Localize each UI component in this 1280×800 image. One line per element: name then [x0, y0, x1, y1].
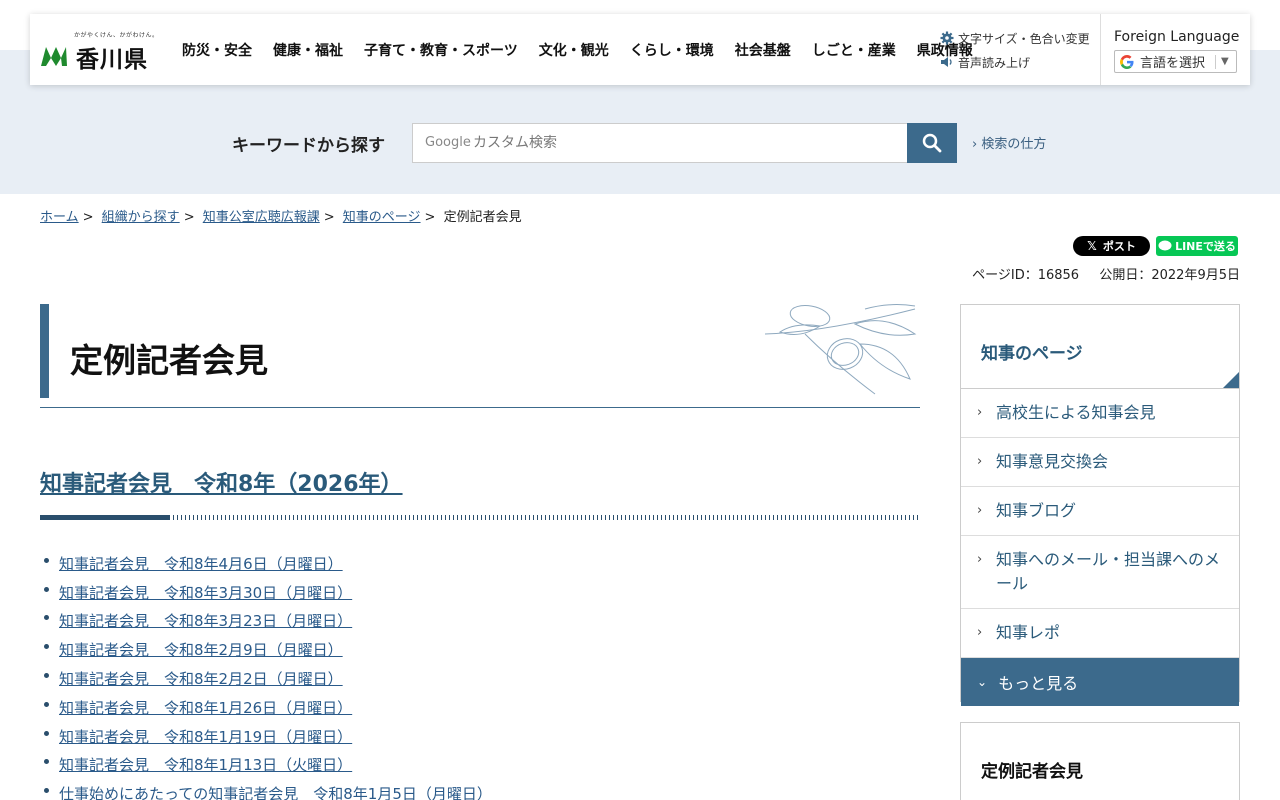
nav-bousai[interactable]: 防災・安全 [182, 40, 252, 60]
line-logo-icon [1158, 240, 1172, 251]
sidebar-item-report[interactable]: › 知事レポ [961, 609, 1239, 658]
kagawa-emblem-icon [41, 47, 67, 66]
chevron-right-icon: › [977, 552, 983, 567]
read-aloud-link[interactable]: 音声読み上げ [940, 52, 1090, 72]
gear-icon [940, 31, 954, 45]
sidebar-press-box: 定例記者会見 [960, 722, 1240, 800]
press-conference-link[interactable]: 知事記者会見 令和8年3月30日（月曜日） [59, 582, 352, 603]
keyword-search-label: キーワードから探す [232, 136, 385, 156]
chevron-down-icon: ⌄ [977, 675, 988, 689]
chevron-right-icon: › [977, 405, 983, 420]
list-item: 知事記者会見 令和8年4月6日（月曜日） [44, 549, 492, 578]
nav-kosodate[interactable]: 子育て・教育・スポーツ [364, 40, 518, 60]
sidebar-item-label: 知事意見交換会 [996, 452, 1109, 471]
breadcrumb-current: 定例記者会見 [443, 210, 522, 225]
list-item: 仕事始めにあたっての知事記者会見 令和8年1月5日（月曜日） [44, 779, 492, 800]
breadcrumb-organization[interactable]: 組織から探す [102, 210, 180, 225]
language-select[interactable]: 言語を選択 ▼ [1114, 50, 1237, 73]
sidebar-item-student-press[interactable]: › 高校生による知事会見 [961, 389, 1239, 438]
breadcrumb-governor-page[interactable]: 知事のページ [343, 210, 421, 225]
language-select-label: 言語を選択 [1140, 56, 1206, 71]
list-item: 知事記者会見 令和8年1月19日（月曜日） [44, 722, 492, 751]
nav-bunka[interactable]: 文化・観光 [539, 40, 609, 60]
chevron-right-icon: › [977, 625, 983, 640]
font-color-link[interactable]: 文字サイズ・色合い変更 [940, 28, 1090, 48]
press-conference-link[interactable]: 知事記者会見 令和8年1月26日（月曜日） [59, 697, 352, 718]
press-conference-link[interactable]: 知事記者会見 令和8年2月9日（月曜日） [59, 639, 343, 660]
press-conference-link[interactable]: 知事記者会見 令和8年3月23日（月曜日） [59, 610, 352, 631]
sidebar-more-button[interactable]: ⌄ もっと見る [961, 658, 1239, 706]
chevron-right-icon: › [977, 503, 983, 518]
search-how-to-label: 検索の仕方 [981, 137, 1047, 152]
press-conference-link[interactable]: 知事記者会見 令和8年2月2日（月曜日） [59, 668, 343, 689]
sidebar-title[interactable]: 知事のページ [981, 339, 1083, 364]
list-item: 知事記者会見 令和8年1月26日（月曜日） [44, 693, 492, 722]
section-divider [40, 515, 918, 520]
breadcrumb-home[interactable]: ホーム [40, 210, 79, 225]
sidebar-item-label: 知事へのメール・担当課へのメール [996, 550, 1221, 593]
press-conference-link[interactable]: 知事記者会見 令和8年1月13日（火曜日） [59, 754, 352, 775]
breadcrumb-department[interactable]: 知事公室広聴広報課 [203, 210, 320, 225]
sidebar-more-label: もっと見る [998, 674, 1079, 693]
language-box: Foreign Language 言語を選択 ▼ [1100, 14, 1250, 85]
page-id: ページID：16856 [972, 268, 1080, 283]
sidebar-item-label: 高校生による知事会見 [996, 403, 1156, 422]
google-g-icon [1120, 54, 1134, 69]
sidebar-item-blog[interactable]: › 知事ブログ [961, 487, 1239, 536]
sidebar-header: 知事のページ [961, 305, 1239, 389]
logo-name: 香川県 [76, 47, 148, 73]
x-post-label: ポスト [1102, 240, 1136, 253]
published-date: 公開日：2022年9月5日 [1099, 268, 1240, 283]
sidebar-item-mail[interactable]: › 知事へのメール・担当課へのメール [961, 536, 1239, 609]
accessibility-tools: 文字サイズ・色合い変更 音声読み上げ [940, 28, 1090, 76]
read-aloud-label: 音声読み上げ [958, 55, 1031, 70]
foreign-language-label: Foreign Language [1114, 29, 1240, 45]
search-icon [922, 133, 942, 153]
sidebar-item-label: 知事ブログ [996, 501, 1077, 520]
page-title-box: 定例記者会見 [40, 304, 920, 408]
search-input[interactable] [412, 123, 908, 163]
list-item: 知事記者会見 令和8年2月2日（月曜日） [44, 664, 492, 693]
sidebar-item-label: 知事レポ [996, 623, 1061, 642]
corner-triangle-icon [1223, 372, 1239, 388]
site-logo[interactable]: かがやくけん、かがわけん。 香川県 [40, 30, 158, 74]
nav-shigoto[interactable]: しごと・産業 [812, 40, 896, 60]
list-item: 知事記者会見 令和8年2月9日（月曜日） [44, 635, 492, 664]
title-accent-bar [40, 304, 49, 398]
olive-branch-decoration [765, 304, 917, 395]
line-share-button[interactable]: LINEで送る [1156, 236, 1238, 256]
x-post-button[interactable]: 𝕏 ポスト [1073, 236, 1150, 256]
list-item: 知事記者会見 令和8年1月13日（火曜日） [44, 751, 492, 780]
chevron-right-icon: › [972, 137, 978, 152]
logo-tagline: かがやくけん、かがわけん。 [74, 32, 159, 39]
chevron-right-icon: › [977, 454, 983, 469]
nav-kenkou[interactable]: 健康・福祉 [273, 40, 343, 60]
sidebar-governor-menu: 知事のページ › 高校生による知事会見 › 知事意見交換会 › 知事ブログ › … [960, 304, 1240, 706]
section-heading-2026[interactable]: 知事記者会見 令和8年（2026年） [40, 466, 403, 498]
dropdown-arrow-icon: ▼ [1221, 56, 1229, 67]
page-title: 定例記者会見 [70, 341, 268, 380]
nav-kurashi[interactable]: くらし・環境 [630, 40, 714, 60]
press-conference-link[interactable]: 知事記者会見 令和8年4月6日（月曜日） [59, 553, 343, 574]
sidebar-second-title: 定例記者会見 [981, 762, 1083, 782]
global-nav: 防災・安全 健康・福祉 子育て・教育・スポーツ 文化・観光 くらし・環境 社会基… [182, 14, 994, 85]
nav-shakai[interactable]: 社会基盤 [735, 40, 791, 60]
press-conference-link[interactable]: 仕事始めにあたっての知事記者会見 令和8年1月5日（月曜日） [59, 783, 492, 800]
list-item: 知事記者会見 令和8年3月23日（月曜日） [44, 607, 492, 636]
x-logo-icon: 𝕏 [1087, 239, 1097, 253]
sidebar-item-opinion-exchange[interactable]: › 知事意見交換会 [961, 438, 1239, 487]
press-conference-list: 知事記者会見 令和8年4月6日（月曜日） 知事記者会見 令和8年3月30日（月曜… [44, 549, 492, 800]
font-color-label: 文字サイズ・色合い変更 [958, 31, 1090, 46]
page-meta: ページID：16856 公開日：2022年9月5日 [972, 264, 1240, 283]
press-conference-link[interactable]: 知事記者会見 令和8年1月19日（月曜日） [59, 726, 352, 747]
search-button[interactable] [907, 123, 957, 163]
site-header: かがやくけん、かがわけん。 香川県 防災・安全 健康・福祉 子育て・教育・スポー… [30, 14, 1250, 85]
line-share-label: LINEで送る [1175, 240, 1236, 253]
speaker-icon [941, 57, 952, 67]
search-how-to-link[interactable]: › 検索の仕方 [972, 133, 1046, 152]
breadcrumb: ホーム > 組織から探す > 知事公室広聴広報課 > 知事のページ > 定例記者会見 [40, 210, 522, 225]
list-item: 知事記者会見 令和8年3月30日（月曜日） [44, 578, 492, 607]
